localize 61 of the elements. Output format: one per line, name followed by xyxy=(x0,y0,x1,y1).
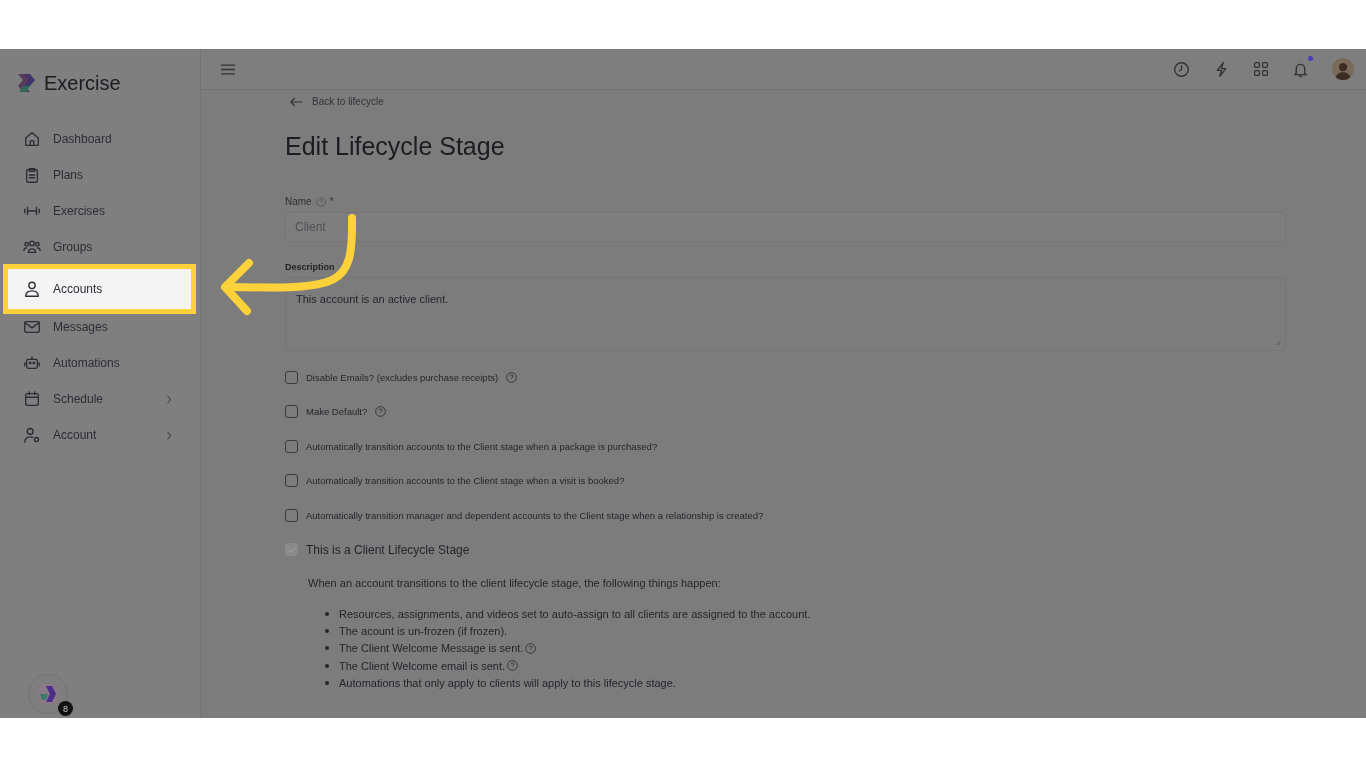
checkbox[interactable] xyxy=(285,474,298,488)
robot-icon xyxy=(23,354,41,372)
chevron-right-icon xyxy=(166,430,172,440)
list-item-text: The acount is un-frozen (if frozen). xyxy=(339,624,508,637)
menu-icon[interactable] xyxy=(221,63,235,75)
logo-icon xyxy=(36,682,60,706)
sidebar-item[interactable]: Account xyxy=(0,417,194,453)
checkbox[interactable] xyxy=(285,508,298,522)
bullet-icon xyxy=(325,680,329,685)
sidebar-item[interactable]: Groups xyxy=(0,229,194,265)
group-icon xyxy=(23,238,41,256)
field-label: Description xyxy=(285,262,335,272)
bullet-icon xyxy=(325,663,329,668)
page-title: Edit Lifecycle Stage xyxy=(285,132,506,161)
help-widget-button[interactable] xyxy=(28,674,68,714)
sidebar-item[interactable]: Dashboard xyxy=(0,121,194,157)
help-icon xyxy=(507,660,519,672)
arrow-left-icon xyxy=(290,96,303,107)
resize-handle-icon xyxy=(1275,340,1281,346)
list-item-text: Automations that only apply to clients will apply to this lifecycle stage. xyxy=(339,676,676,689)
checkbox[interactable] xyxy=(285,439,298,453)
app-name: Exercise xyxy=(44,71,121,95)
bullet-icon xyxy=(325,611,329,616)
help-icon xyxy=(315,196,326,207)
avatar[interactable] xyxy=(1332,58,1354,80)
sidebar-item[interactable]: Exercises xyxy=(0,193,194,229)
list-item-text: The Client Welcome Message is sent. xyxy=(339,642,524,655)
checkbox-label: This is a Client Lifecycle Stage xyxy=(306,542,470,557)
help-icon xyxy=(375,406,387,418)
bullet-icon xyxy=(325,628,329,633)
list-item-text: Resources, assignments, and videos set to auto-assign to all clients are assigned to the account. xyxy=(339,607,811,620)
envelope-icon xyxy=(23,318,41,336)
field-label: Name xyxy=(285,196,312,207)
chevron-right-icon xyxy=(166,394,172,404)
clock-icon[interactable] xyxy=(1173,60,1190,78)
checkbox-label: Automatically transition manager and dependent accounts to the Client stage when a relationship is created? xyxy=(306,509,764,521)
checkbox-label: Automatically transition accounts to the Client stage when a package is purchased? xyxy=(306,440,658,452)
checkbox[interactable] xyxy=(285,405,298,419)
grid-icon[interactable] xyxy=(1253,61,1269,77)
description-field[interactable]: This account is an active client. xyxy=(285,277,1286,351)
calendar-icon xyxy=(23,390,41,408)
person-icon xyxy=(23,280,41,298)
clipboard-icon xyxy=(23,166,41,184)
help-icon xyxy=(506,371,518,383)
help-icon xyxy=(525,642,537,654)
sidebar-item[interactable]: Schedule xyxy=(0,381,194,417)
checkbox-label: Make Default? xyxy=(306,406,368,418)
checkbox-label: Disable Emails? (excludes purchase receipts) xyxy=(306,371,499,383)
checkbox-label: Automatically transition accounts to the Client stage when a visit is booked? xyxy=(306,475,625,487)
notification-count: 8 xyxy=(58,701,73,716)
check-icon xyxy=(286,544,297,555)
list-item-text: The Client Welcome email is sent. xyxy=(339,659,506,672)
bullet-icon xyxy=(325,646,329,651)
sidebar-item[interactable]: Plans xyxy=(0,157,194,193)
checkbox[interactable] xyxy=(285,370,298,384)
sidebar-item[interactable]: Automations xyxy=(0,345,194,381)
back-link[interactable]: Back to lifecycle xyxy=(290,96,1286,107)
info-text: When an account transitions to the client lifecycle stage, the following things happen: xyxy=(308,577,722,589)
sidebar-item[interactable]: Messages xyxy=(0,309,194,345)
required-mark: * xyxy=(329,196,334,207)
home-icon xyxy=(23,130,41,148)
